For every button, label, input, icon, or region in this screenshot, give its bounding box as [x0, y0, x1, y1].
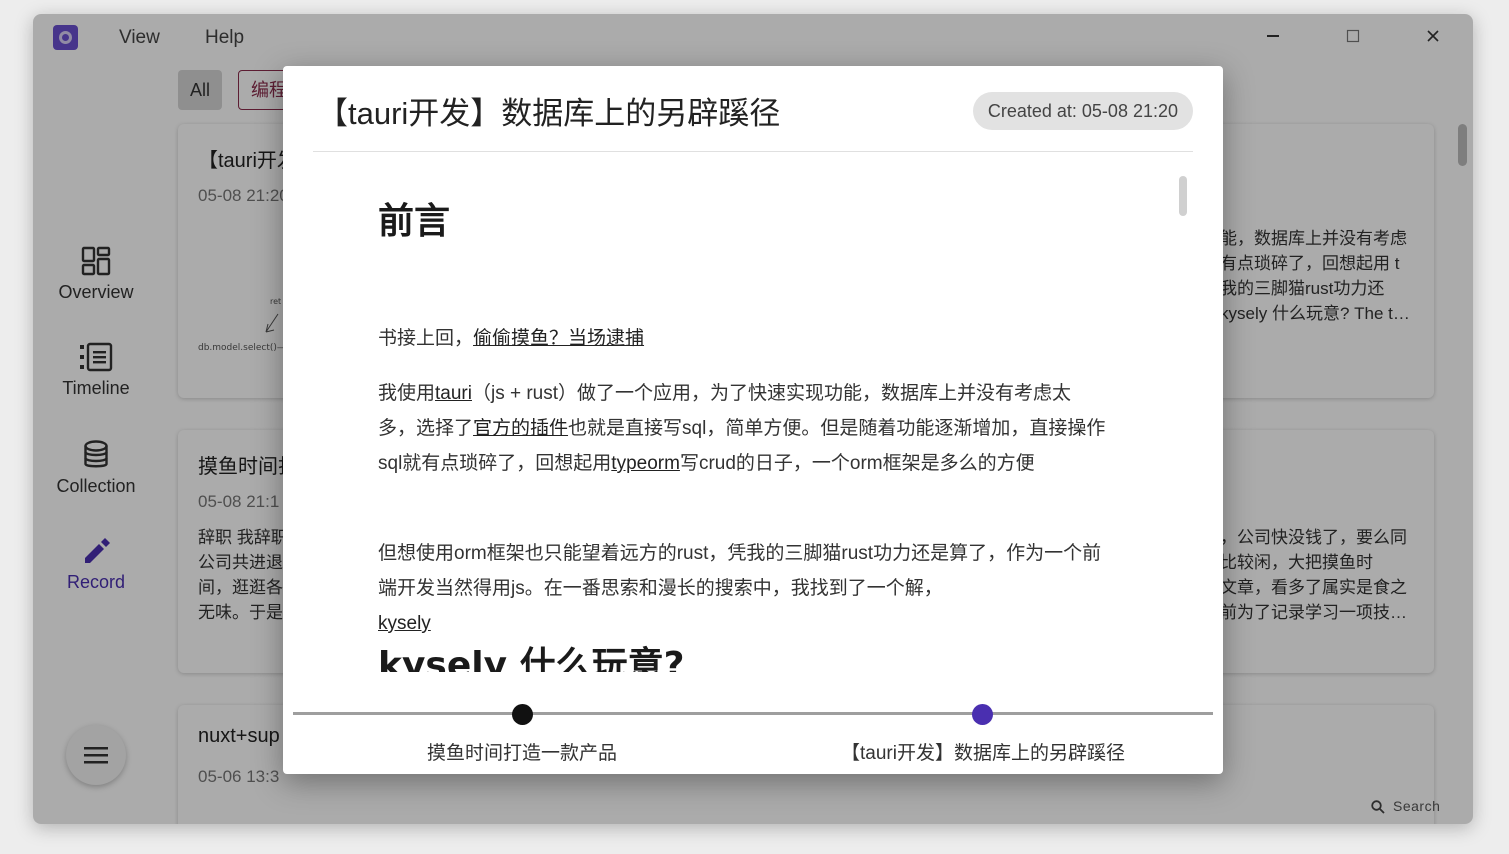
link-kysely[interactable]: kysely — [378, 613, 431, 634]
heading-kysely: kysely 什么玩意? — [378, 645, 685, 672]
link-previous-post[interactable]: 偷偷摸鱼？当场逮捕 — [473, 328, 644, 349]
paragraph-2: 我使用tauri（js + rust）做了一个应用，为了快速实现功能，数据库上并… — [378, 376, 1108, 481]
paragraph-1: 书接上回，偷偷摸鱼？当场逮捕 — [378, 321, 1108, 356]
created-badge: Created at: 05-08 21:20 — [972, 92, 1193, 130]
link-tauri[interactable]: tauri — [435, 383, 472, 404]
timeline-dot-previous[interactable] — [512, 704, 533, 725]
text: 写crud的日子，一个orm框架是多么的方便 — [679, 453, 1035, 474]
link-typeorm[interactable]: typeorm — [611, 453, 680, 474]
text: 但想使用orm框架也只能望着远方的rust，凭我的三脚猫rust功力还是算了，作… — [378, 543, 1102, 599]
timeline-track — [293, 712, 1213, 715]
article-body[interactable]: 前言 书接上回，偷偷摸鱼？当场逮捕 我使用tauri（js + rust）做了一… — [283, 152, 1223, 672]
timeline-dot-current[interactable] — [972, 704, 993, 725]
article-scrollbar[interactable] — [1179, 176, 1187, 216]
text: 我使用 — [378, 383, 436, 404]
link-official-plugin[interactable]: 官方的插件 — [473, 418, 568, 439]
text: 书接上回， — [378, 328, 474, 349]
timeline-label-current[interactable]: 【tauri开发】数据库上的另辟蹊径 — [841, 738, 1125, 765]
article-dialog: 【tauri开发】数据库上的另辟蹊径 Created at: 05-08 21:… — [283, 66, 1223, 774]
paragraph-3: 但想使用orm框架也只能望着远方的rust，凭我的三脚猫rust功力还是算了，作… — [378, 536, 1108, 641]
timeline-label-previous[interactable]: 摸鱼时间打造一款产品 — [427, 738, 617, 765]
dialog-title: 【tauri开发】数据库上的另辟蹊径 — [317, 96, 781, 131]
heading-preface: 前言 — [378, 201, 451, 242]
